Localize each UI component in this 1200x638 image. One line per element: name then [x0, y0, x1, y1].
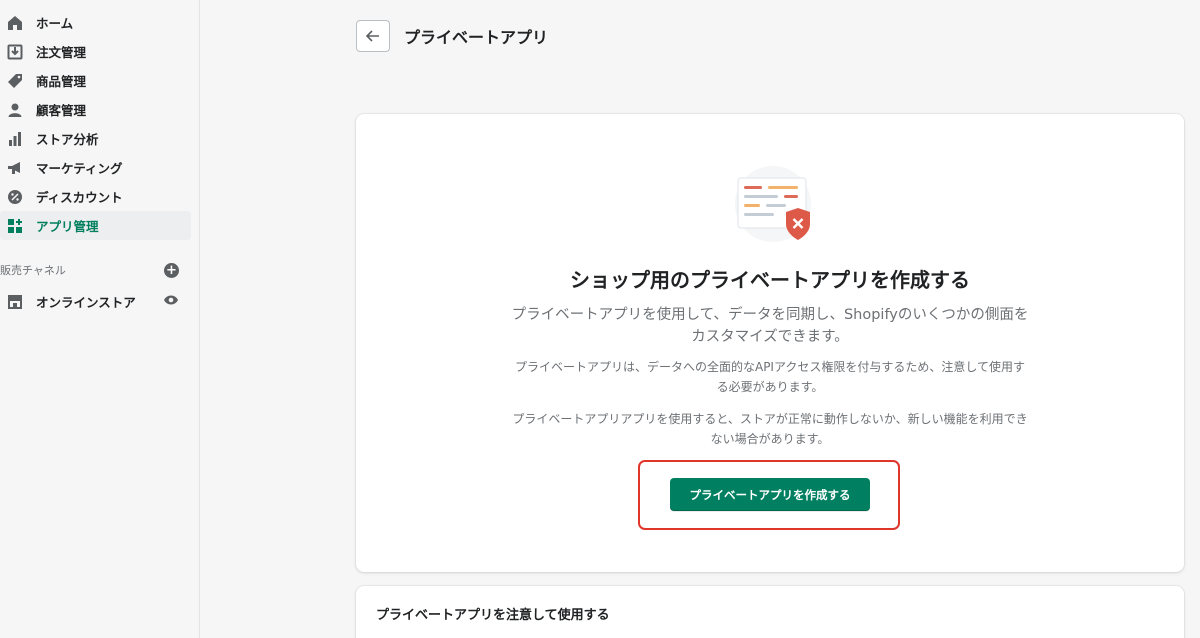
sidebar-item-marketing[interactable]: マーケティング	[0, 153, 191, 182]
sidebar-item-label: ストア分析	[36, 132, 99, 147]
apps-icon	[4, 216, 26, 236]
empty-state-card: ショップ用のプライベートアプリを作成する プライベートアプリを使用して、データを…	[356, 114, 1184, 572]
card-paragraph-warning: プライベートアプリは、データへの全面的なAPIアクセス権限を付与するため、注意し…	[514, 360, 1026, 394]
sidebar-item-products[interactable]: 商品管理	[0, 66, 191, 95]
sidebar-item-analytics[interactable]: ストア分析	[0, 124, 191, 153]
sidebar-item-orders[interactable]: 注文管理	[0, 37, 191, 66]
page-header: プライベートアプリ	[356, 20, 548, 52]
sidebar-item-label: アプリ管理	[36, 219, 99, 234]
analytics-icon	[4, 129, 26, 149]
discount-icon	[4, 187, 26, 207]
channel-item-label: オンラインストア	[36, 294, 136, 310]
sidebar-item-discounts[interactable]: ディスカウント	[0, 182, 191, 211]
page-title: プライベートアプリ	[404, 28, 549, 47]
tag-icon	[4, 71, 26, 91]
sales-channels-header: 販売チャネル +	[0, 260, 199, 280]
create-private-app-button[interactable]: プライベートアプリを作成する	[670, 478, 870, 511]
back-button[interactable]	[356, 20, 390, 52]
sidebar-item-label: マーケティング	[36, 161, 123, 176]
sidebar-item-label: 顧客管理	[36, 103, 87, 118]
sidebar-item-label: ディスカウント	[36, 190, 123, 205]
sales-channels-label: 販売チャネル	[0, 264, 66, 277]
sidebar-nav: ホーム 注文管理 商品管理 顧客管理 ストア分析 マーケティング ディスカウント…	[0, 0, 199, 240]
card-heading: ショップ用のプライベートアプリを作成する	[570, 268, 970, 292]
customer-icon	[4, 100, 26, 120]
sidebar-item-label: ホーム	[36, 16, 74, 31]
arrow-left-icon	[366, 30, 379, 42]
eye-icon[interactable]	[163, 294, 179, 309]
sidebar-item-label: 注文管理	[36, 45, 87, 60]
caution-card: プライベートアプリを注意して使用する	[356, 586, 1184, 638]
caution-card-title: プライベートアプリを注意して使用する	[376, 608, 610, 623]
card-subtitle: プライベートアプリを使用して、データを同期し、Shopifyのいくつかの側面をカ…	[511, 307, 1029, 345]
sidebar-item-online-store[interactable]: オンラインストア	[0, 286, 199, 316]
card-paragraph-notice: プライベートアプリアプリを使用すると、ストアが正常に動作しないか、新しい機能を利…	[512, 412, 1028, 446]
sidebar-item-label: 商品管理	[36, 74, 87, 89]
sidebar-item-customers[interactable]: 顧客管理	[0, 95, 191, 124]
home-icon	[4, 13, 26, 33]
sidebar-item-home[interactable]: ホーム	[0, 8, 191, 37]
add-channel-icon[interactable]: +	[164, 262, 179, 278]
megaphone-icon	[4, 158, 26, 178]
private-app-illustration	[728, 164, 818, 249]
sidebar-item-apps[interactable]: アプリ管理	[0, 211, 191, 240]
orders-icon	[4, 42, 26, 62]
store-icon	[4, 291, 26, 311]
sidebar: ホーム 注文管理 商品管理 顧客管理 ストア分析 マーケティング ディスカウント…	[0, 0, 200, 638]
channel-item-left: オンラインストア	[4, 291, 136, 311]
